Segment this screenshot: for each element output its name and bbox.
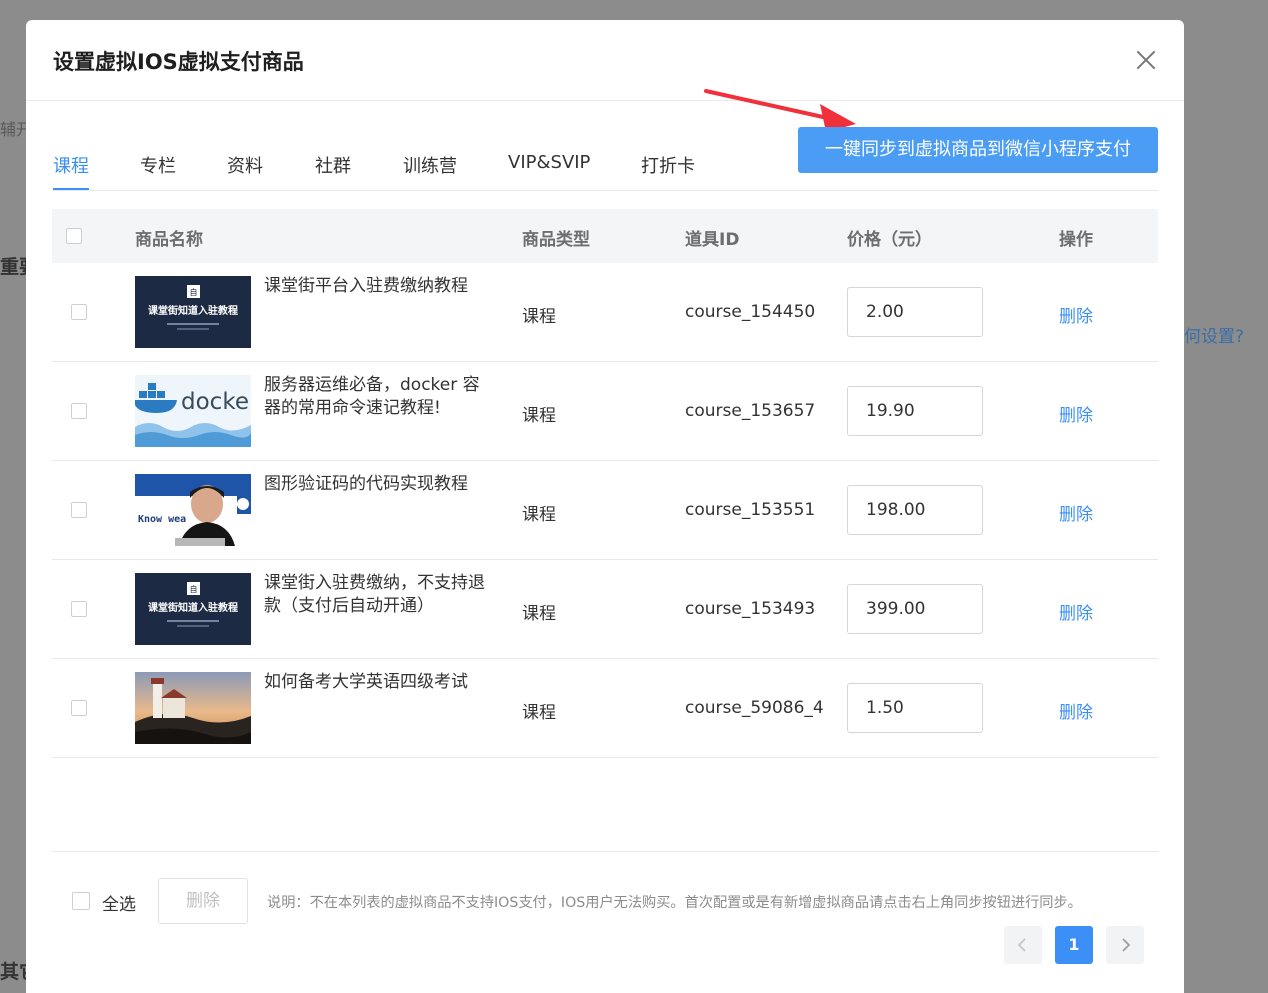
select-all-checkbox[interactable] [72, 892, 90, 910]
dialog-header: 设置虚拟IOS虚拟支付商品 [26, 20, 1184, 101]
chevron-right-icon [1122, 938, 1131, 952]
tab-discount-card[interactable]: 打折卡 [641, 152, 695, 190]
price-input[interactable] [847, 485, 983, 535]
svg-text:课堂街知道入驻教程: 课堂街知道入驻教程 [148, 304, 238, 317]
delete-link[interactable]: 删除 [1059, 599, 1093, 624]
bulk-delete-button[interactable]: 删除 [158, 878, 248, 924]
product-type: 课程 [522, 703, 556, 723]
column-header-price: 价格（元） [847, 230, 932, 250]
price-input[interactable] [847, 287, 983, 337]
dialog-title: 设置虚拟IOS虚拟支付商品 [53, 50, 304, 74]
row-checkbox[interactable] [71, 700, 87, 716]
table-footer: 全选 删除 说明：不在本列表的虚拟商品不支持IOS支付，IOS用户无法购买。首次… [52, 878, 1158, 924]
course-thumbnail: 自 课堂街知道入驻教程 [135, 573, 251, 645]
close-button[interactable] [1134, 48, 1158, 72]
tab-training-camp[interactable]: 训练营 [403, 152, 457, 190]
tab-vip-svip[interactable]: VIP&SVIP [508, 152, 590, 190]
price-input[interactable] [847, 584, 983, 634]
product-name: 课堂街入驻费缴纳，不支持退款（支付后自动开通） [264, 573, 485, 616]
product-item-id: course_59086_4 [685, 698, 824, 718]
chevron-left-icon [1017, 938, 1026, 952]
row-checkbox[interactable] [71, 601, 87, 617]
background-link-fragment: 何设置? [1184, 327, 1245, 347]
course-thumbnail: Know wea [135, 474, 251, 546]
product-name: 如何备考大学英语四级考试 [264, 672, 468, 692]
product-name: 图形验证码的代码实现教程 [264, 474, 468, 494]
table-row: 自 课堂街知道入驻教程 课堂街平台入驻费缴纳教程 课程 course_15445… [52, 263, 1158, 362]
row-checkbox[interactable] [71, 502, 87, 518]
product-type: 课程 [522, 505, 556, 525]
ios-virtual-goods-dialog: 设置虚拟IOS虚拟支付商品 课程 专栏 资料 社群 训练营 VIP&SVIP 打… [26, 20, 1184, 993]
product-name: 课堂街平台入驻费缴纳教程 [264, 276, 468, 296]
course-thumbnail: docke [135, 375, 251, 447]
svg-text:Know wea: Know wea [138, 514, 186, 525]
close-icon [1137, 51, 1155, 69]
product-name: 服务器运维必备，docker 容器的常用命令速记教程! [264, 375, 480, 418]
row-checkbox[interactable] [71, 403, 87, 419]
goods-table: 商品名称 商品类型 道具ID 价格（元） 操作 自 课堂街知道入驻教程 课堂街平… [52, 209, 1158, 758]
product-item-id: course_154450 [685, 302, 816, 322]
tab-materials[interactable]: 资料 [227, 152, 263, 190]
product-item-id: course_153551 [685, 500, 816, 520]
select-all-label: 全选 [102, 895, 136, 915]
footer-divider [52, 851, 1158, 852]
table-row: 自 课堂街知道入驻教程 课堂街入驻费缴纳，不支持退款（支付后自动开通） 课程 c… [52, 560, 1158, 659]
svg-text:课堂街知道入驻教程: 课堂街知道入驻教程 [148, 601, 238, 614]
delete-link[interactable]: 删除 [1059, 698, 1093, 723]
category-tabs: 课程 专栏 资料 社群 训练营 VIP&SVIP 打折卡 一键同步到虚拟商品到微… [53, 126, 1158, 191]
column-header-type: 商品类型 [522, 230, 590, 250]
svg-text:自: 自 [190, 287, 198, 297]
course-thumbnail [135, 672, 251, 744]
table-header: 商品名称 商品类型 道具ID 价格（元） 操作 [52, 209, 1158, 263]
svg-text:自: 自 [190, 584, 198, 594]
table-row: 如何备考大学英语四级考试 课程 course_59086_4 删除 [52, 659, 1158, 758]
product-type: 课程 [522, 406, 556, 426]
delete-link[interactable]: 删除 [1059, 500, 1093, 525]
product-item-id: course_153657 [685, 401, 816, 421]
column-header-name: 商品名称 [135, 230, 203, 250]
course-thumbnail: 自 课堂街知道入驻教程 [135, 276, 251, 348]
tab-column[interactable]: 专栏 [140, 152, 176, 190]
next-page-button[interactable] [1106, 926, 1144, 964]
delete-link[interactable]: 删除 [1059, 302, 1093, 327]
product-type: 课程 [522, 604, 556, 624]
product-type: 课程 [522, 307, 556, 327]
product-item-id: course_153493 [685, 599, 816, 619]
delete-link[interactable]: 删除 [1059, 401, 1093, 426]
tab-community[interactable]: 社群 [315, 152, 351, 190]
column-header-action: 操作 [1059, 230, 1093, 250]
ios-payment-note: 说明：不在本列表的虚拟商品不支持IOS支付，IOS用户无法购买。首次配置或是有新… [267, 895, 1082, 911]
price-input[interactable] [847, 386, 983, 436]
sync-to-miniprogram-button[interactable]: 一键同步到虚拟商品到微信小程序支付 [798, 127, 1158, 173]
prev-page-button[interactable] [1004, 926, 1042, 964]
price-input[interactable] [847, 683, 983, 733]
header-select-all-checkbox[interactable] [66, 228, 82, 244]
table-row: Know wea 图形验证码的代码实现教程 课程 course_153551 删… [52, 461, 1158, 560]
svg-text:docke: docke [181, 389, 249, 415]
page-number-current[interactable]: 1 [1055, 926, 1093, 964]
row-checkbox[interactable] [71, 304, 87, 320]
tab-course[interactable]: 课程 [53, 152, 89, 190]
table-row: docke 服务器运维必备，docker 容器的常用命令速记教程! 课程 cou… [52, 362, 1158, 461]
column-header-id: 道具ID [685, 230, 740, 250]
